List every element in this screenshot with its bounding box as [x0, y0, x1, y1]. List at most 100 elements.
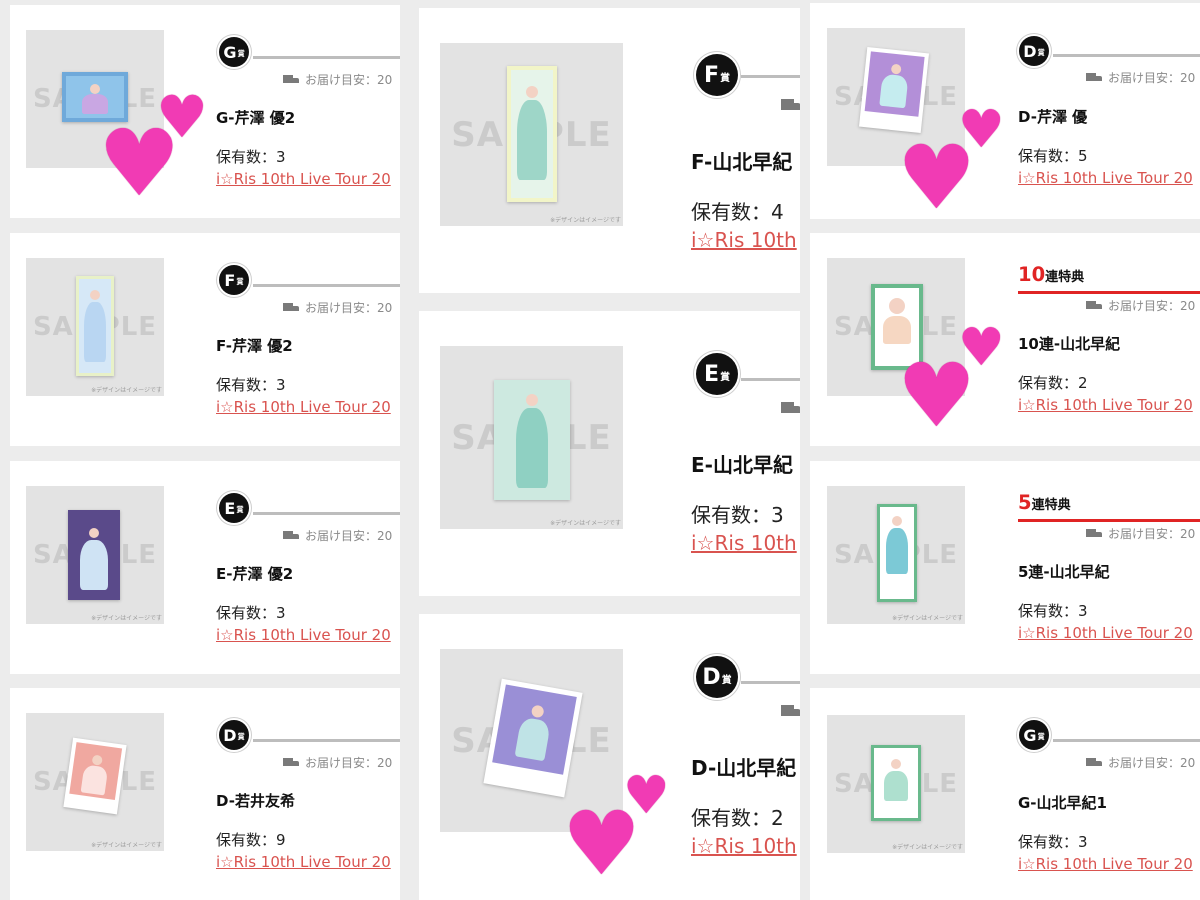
item-thumbnail: SAMPLE ※デザインはイメージです [26, 713, 164, 851]
item-name: F-芹澤 優2 [216, 337, 293, 355]
event-link[interactable]: i☆Ris 10th Live Tour 20 [216, 626, 391, 644]
header-rule [253, 739, 400, 742]
delivery-estimate: お届け目安：20 [1086, 754, 1195, 771]
item-thumbnail: SAMPLE ※デザインはイメージです [26, 258, 164, 396]
truck-icon [781, 705, 800, 718]
owned-count: 保有数：3 [691, 503, 784, 527]
event-link[interactable]: i☆Ris 10th [691, 834, 797, 858]
header-rule [253, 512, 400, 515]
header-rule [1018, 519, 1200, 522]
design-note: ※デザインはイメージです [91, 842, 162, 849]
item-name: D-芹澤 優 [1018, 108, 1088, 126]
delivery-estimate: お届け目安：20 [283, 71, 392, 88]
card-photo [858, 46, 930, 134]
truck-icon [1086, 301, 1102, 311]
item-name: 5連-山北早紀 [1018, 563, 1110, 581]
event-link[interactable]: i☆Ris 10th Live Tour 20 [1018, 396, 1193, 414]
card-photo [483, 678, 583, 798]
header-rule [1053, 739, 1200, 742]
bonus-title: 10連特典 [1018, 263, 1085, 286]
header-rule [741, 75, 800, 78]
grade-badge: E賞 [219, 493, 249, 523]
bonus-card-5-yamakita[interactable]: SAMPLE ※デザインはイメージです 5連特典 お届け目安：20 5連-山北早… [810, 461, 1200, 674]
grade-badge: D賞 [696, 656, 738, 698]
heart-icon: ♥ [897, 126, 976, 229]
design-note: ※デザインはイメージです [892, 615, 963, 622]
truck-icon [1086, 529, 1102, 539]
bonus-title: 5連特典 [1018, 491, 1071, 514]
item-name: G-芹澤 優2 [216, 109, 296, 127]
item-name: D-山北早紀 [691, 756, 797, 780]
bonus-card-10-yamakita[interactable]: SAMPLE 10連特典 お届け目安：20 10連-山北早紀 保有数：2 i☆R… [810, 233, 1200, 446]
grade-badge: E賞 [696, 353, 738, 395]
truck-icon [781, 99, 800, 112]
item-thumbnail: SAMPLE ※デザインはイメージです [440, 43, 623, 226]
truck-icon [283, 75, 299, 85]
heart-icon: ♥ [897, 344, 976, 447]
item-name: 10連-山北早紀 [1018, 335, 1121, 353]
truck-icon [781, 402, 800, 415]
item-name: D-若井友希 [216, 792, 295, 810]
truck-icon [1086, 758, 1102, 768]
card-photo [871, 745, 921, 821]
truck-icon [283, 303, 299, 313]
event-link[interactable]: i☆Ris 10th [691, 531, 797, 555]
item-name: F-山北早紀 [691, 150, 793, 174]
item-thumbnail: SAMPLE ※デザインはイメージです [827, 486, 965, 624]
delivery-estimate: お届け目安：20 [283, 299, 392, 316]
grade-badge: D賞 [219, 720, 249, 750]
truck-icon [1086, 73, 1102, 83]
card-photo [877, 504, 917, 602]
owned-count: 保有数：2 [691, 806, 784, 830]
card-photo [507, 66, 557, 202]
header-rule [741, 681, 800, 684]
event-link[interactable]: i☆Ris 10th Live Tour 20 [216, 398, 391, 416]
prize-card-f-serizawa[interactable]: SAMPLE ※デザインはイメージです F賞 お届け目安：20 F-芹澤 優2 … [10, 233, 400, 446]
item-name: E-山北早紀 [691, 453, 793, 477]
prize-card-g-yamakita[interactable]: SAMPLE ※デザインはイメージです G賞 お届け目安：20 G-山北早紀1 … [810, 688, 1200, 900]
truck-icon [283, 758, 299, 768]
truck-icon [283, 531, 299, 541]
owned-count: 保有数：5 [1018, 147, 1088, 165]
grade-badge: G賞 [1019, 720, 1049, 750]
delivery-estimate: お届け目安：20 [1086, 297, 1195, 314]
header-rule [253, 284, 400, 287]
delivery-estimate: お届け目安：20 [1086, 69, 1195, 86]
owned-count: 保有数：2 [1018, 374, 1088, 392]
item-thumbnail: SAMPLE ※デザインはイメージです [26, 486, 164, 624]
owned-count: 保有数：3 [1018, 833, 1088, 851]
grade-badge: F賞 [219, 265, 249, 295]
event-link[interactable]: i☆Ris 10th Live Tour 20 [216, 853, 391, 871]
item-thumbnail: SAMPLE ※デザインはイメージです [440, 346, 623, 529]
design-note: ※デザインはイメージです [550, 520, 621, 527]
design-note: ※デザインはイメージです [91, 387, 162, 394]
event-link[interactable]: i☆Ris 10th Live Tour 20 [1018, 624, 1193, 642]
grade-badge: D賞 [1019, 36, 1049, 66]
prize-card-f-yamakita[interactable]: SAMPLE ※デザインはイメージです F賞 F-山北早紀 保有数：4 i☆Ri… [419, 8, 800, 293]
event-link[interactable]: i☆Ris 10th Live Tour 20 [216, 170, 391, 188]
header-rule [741, 378, 800, 381]
item-thumbnail: SAMPLE ※デザインはイメージです [827, 715, 965, 853]
prize-card-d-wakai[interactable]: SAMPLE ※デザインはイメージです D賞 お届け目安：20 D-若井友希 保… [10, 688, 400, 900]
item-name: E-芹澤 優2 [216, 565, 294, 583]
event-link[interactable]: i☆Ris 10th Live Tour 20 [1018, 169, 1193, 187]
event-link[interactable]: i☆Ris 10th [691, 228, 797, 252]
design-note: ※デザインはイメージです [892, 844, 963, 851]
design-note: ※デザインはイメージです [91, 615, 162, 622]
owned-count: 保有数：4 [691, 200, 784, 224]
header-rule [1053, 54, 1200, 57]
prize-card-d-serizawa[interactable]: SAMPLE D賞 お届け目安：20 D-芹澤 優 保有数：5 i☆Ris 10… [810, 3, 1200, 219]
design-note: ※デザインはイメージです [550, 217, 621, 224]
card-photo [68, 510, 120, 600]
prize-card-e-yamakita[interactable]: SAMPLE ※デザインはイメージです E賞 E-山北早紀 保有数：3 i☆Ri… [419, 311, 800, 596]
owned-count: 保有数：3 [216, 148, 286, 166]
prize-card-e-serizawa[interactable]: SAMPLE ※デザインはイメージです E賞 お届け目安：20 E-芹澤 優2 … [10, 461, 400, 674]
event-link[interactable]: i☆Ris 10th Live Tour 20 [1018, 855, 1193, 873]
grade-badge: F賞 [696, 54, 738, 96]
delivery-estimate: お届け目安：20 [283, 754, 392, 771]
delivery-estimate: お届け目安：20 [1086, 525, 1195, 542]
header-rule [1018, 291, 1200, 294]
card-photo [494, 380, 570, 500]
item-name: G-山北早紀1 [1018, 794, 1107, 812]
card-photo [63, 737, 127, 815]
